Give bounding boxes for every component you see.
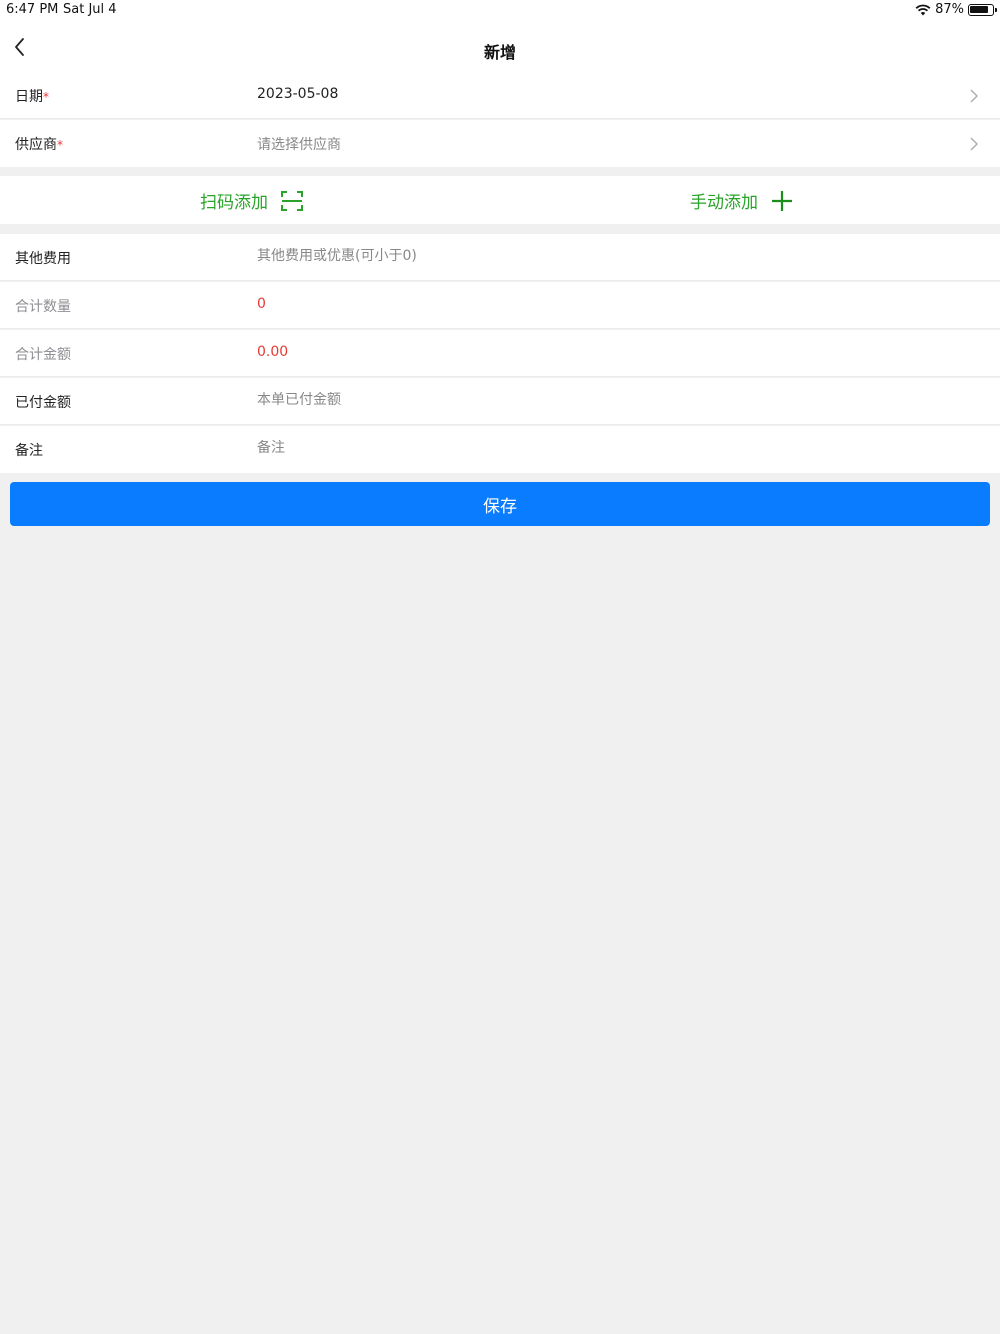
required-mark: * [57, 138, 63, 152]
other-fees-input[interactable] [257, 248, 937, 264]
status-time: 6:47 PM [6, 2, 59, 17]
required-mark: * [43, 90, 49, 104]
manual-add-button[interactable]: 手动添加 [690, 188, 794, 213]
plus-icon [772, 190, 792, 211]
scan-add-button[interactable]: 扫码添加 [200, 188, 304, 213]
paid-amount-input[interactable] [257, 392, 937, 408]
total-qty-row: 合计数量 0 [0, 282, 1000, 329]
page-title: 新增 [483, 43, 516, 62]
paid-amount-row: 已付金额 [0, 378, 1000, 425]
remark-input[interactable] [257, 440, 937, 456]
remark-label: 备注 [15, 443, 43, 459]
nav-bar: 新增 [0, 22, 1000, 72]
scan-add-label: 扫码添加 [200, 193, 268, 213]
date-label-text: 日期 [15, 89, 43, 105]
battery-level-fill [970, 5, 988, 13]
scan-icon [281, 190, 303, 211]
wifi-icon [915, 4, 931, 15]
date-label: 日期* [15, 86, 49, 106]
total-amount-value: 0.00 [257, 344, 289, 360]
status-bar: 6:47 PM Sat Jul 4 87% [0, 0, 1000, 22]
date-value: 2023-05-08 [257, 86, 339, 102]
total-qty-value: 0 [257, 296, 266, 312]
chevron-right-icon [970, 137, 979, 151]
battery-icon [968, 3, 997, 16]
supplier-row[interactable]: 供应商* 请选择供应商 [0, 120, 1000, 167]
total-amount-row: 合计金额 0.00 [0, 330, 1000, 377]
add-actions-bar: 扫码添加 手动添加 [0, 176, 1000, 224]
paid-amount-label: 已付金额 [15, 395, 71, 411]
save-button[interactable]: 保存 [10, 482, 990, 526]
supplier-placeholder: 请选择供应商 [257, 137, 341, 153]
remark-row: 备注 [0, 426, 1000, 473]
status-date: Sat Jul 4 [63, 2, 117, 17]
other-fees-label: 其他费用 [15, 251, 71, 267]
other-fees-row: 其他费用 [0, 234, 1000, 281]
manual-add-label: 手动添加 [690, 193, 758, 213]
date-row[interactable]: 日期* 2023-05-08 [0, 72, 1000, 119]
chevron-right-icon [970, 89, 979, 103]
supplier-label: 供应商* [15, 134, 63, 154]
total-amount-label: 合计金额 [15, 347, 71, 363]
total-qty-label: 合计数量 [15, 299, 71, 315]
supplier-label-text: 供应商 [15, 137, 57, 153]
battery-percent: 87% [935, 2, 964, 17]
status-right: 87% [915, 2, 997, 17]
